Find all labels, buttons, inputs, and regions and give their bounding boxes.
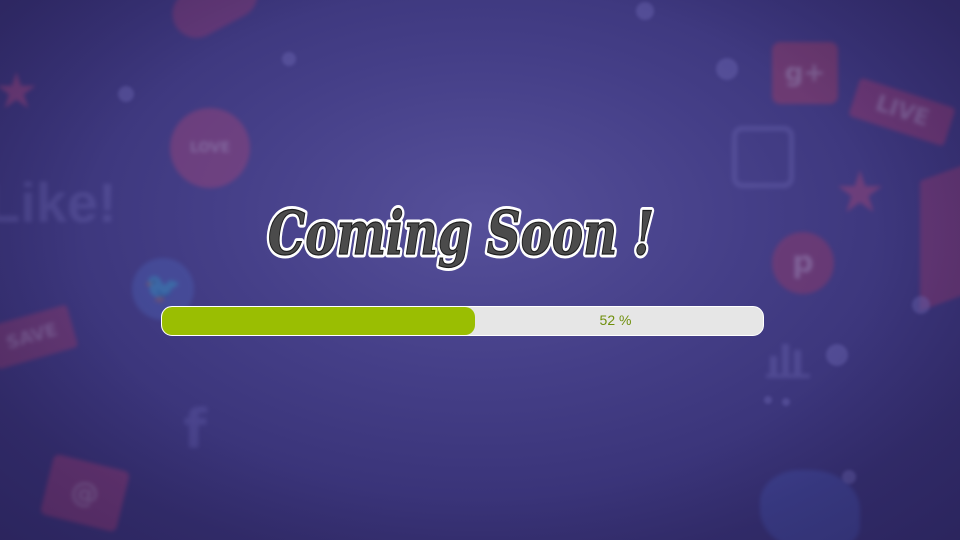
progress-bar: 52 % — [161, 306, 764, 336]
google-plus-icon: g+ — [772, 42, 838, 104]
save-tag-icon: SAVE — [0, 304, 79, 370]
decor-dot — [764, 396, 772, 404]
bar-chart-icon — [766, 332, 810, 378]
ribbon-icon — [920, 159, 960, 311]
decor-dot — [282, 52, 296, 66]
page-title: Coming Soon ! Coming Soon ! — [265, 196, 658, 273]
rocket-icon — [164, 0, 266, 47]
decor-dot — [636, 2, 654, 20]
decor-dot — [842, 470, 856, 484]
instagram-icon — [732, 126, 794, 188]
facebook-icon: f — [183, 398, 207, 461]
page-title-text: Coming Soon ! — [268, 199, 654, 269]
love-badge-icon: LOVE — [170, 108, 250, 188]
decor-dot — [782, 398, 790, 406]
live-tag-icon: LIVE — [848, 77, 956, 147]
pinterest-icon: p — [772, 232, 834, 294]
star-icon: ★ — [0, 62, 39, 120]
progress-percentage-label: 52 % — [599, 312, 632, 328]
like-text-icon: Like! — [0, 171, 117, 234]
decor-dot — [912, 296, 930, 314]
decor-dot — [826, 344, 848, 366]
mail-icon: @ — [39, 453, 131, 533]
star-icon: ★ — [834, 158, 886, 226]
decor-dot — [118, 86, 134, 102]
speech-bubble-icon — [760, 470, 860, 540]
decor-dot — [716, 58, 738, 80]
